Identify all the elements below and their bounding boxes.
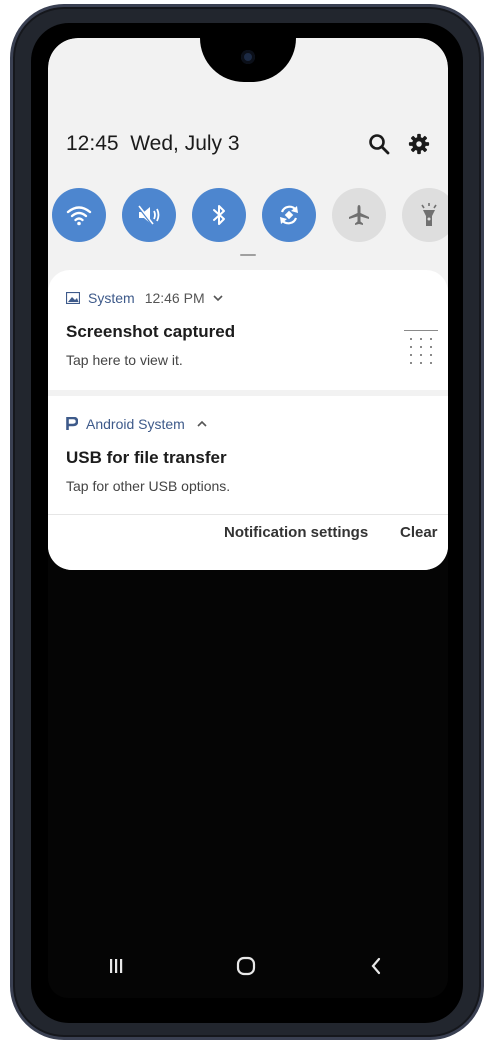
notification-title: Screenshot captured [66,322,236,341]
mute-icon [137,205,160,225]
notification-usb[interactable]: Android System USB for file transfer Tap… [48,396,448,514]
date: Wed, July 3 [130,132,240,155]
app-name: Android System [86,416,185,432]
quick-settings-row [52,188,448,244]
home-icon [236,956,256,976]
chevron-down-icon[interactable] [213,294,223,302]
flashlight-toggle[interactable] [402,188,448,242]
home-button[interactable] [224,944,268,988]
notification-panel: 12:45 Wed, July 3 System 12:46 PM Screen… [48,38,448,570]
back-icon [371,957,381,975]
notification-time: 12:46 PM [144,290,205,306]
rotate-icon [280,205,298,225]
screen: 12:45 Wed, July 3 System 12:46 PM Screen… [48,38,448,998]
status-row: 12:45 Wed, July 3 [66,128,430,160]
image-icon [66,292,80,304]
notification-header: Android System [66,416,207,432]
screenshot-thumbnail[interactable] [404,326,438,370]
chevron-up-icon[interactable] [197,420,207,428]
airplane-toggle[interactable] [332,188,386,242]
clock-date: 12:45 Wed, July 3 [66,132,240,156]
sound-toggle[interactable] [122,188,176,242]
airplane-icon [349,205,369,225]
notification-text: Tap for other USB options. [66,478,231,494]
notification-header: System 12:46 PM [66,290,223,306]
notification-text: Tap here to view it. [66,352,183,368]
recents-icon [110,959,123,973]
recents-button[interactable] [94,944,138,988]
actions-divider [48,514,448,515]
auto-rotate-toggle[interactable] [262,188,316,242]
gear-icon[interactable] [408,133,430,160]
clock: 12:45 [66,132,119,155]
bluetooth-toggle[interactable] [192,188,246,242]
panel-drag-handle[interactable] [240,254,256,256]
bluetooth-icon [213,205,225,225]
search-icon[interactable] [368,133,390,160]
wifi-icon [66,206,92,226]
clear-button[interactable]: Clear [400,524,438,541]
navigation-bar [48,944,448,994]
back-button[interactable] [354,944,398,988]
android-system-icon [66,417,78,430]
notification-cards: System 12:46 PM Screenshot captured Tap … [48,270,448,570]
wifi-toggle[interactable] [52,188,106,242]
front-camera-notch [200,38,296,82]
camera-icon [241,50,255,64]
flashlight-icon [421,203,437,226]
notification-title: USB for file transfer [66,448,227,467]
app-name: System [88,290,135,306]
notification-screenshot[interactable]: System 12:46 PM Screenshot captured Tap … [48,270,448,390]
notification-settings-button[interactable]: Notification settings [224,524,368,541]
